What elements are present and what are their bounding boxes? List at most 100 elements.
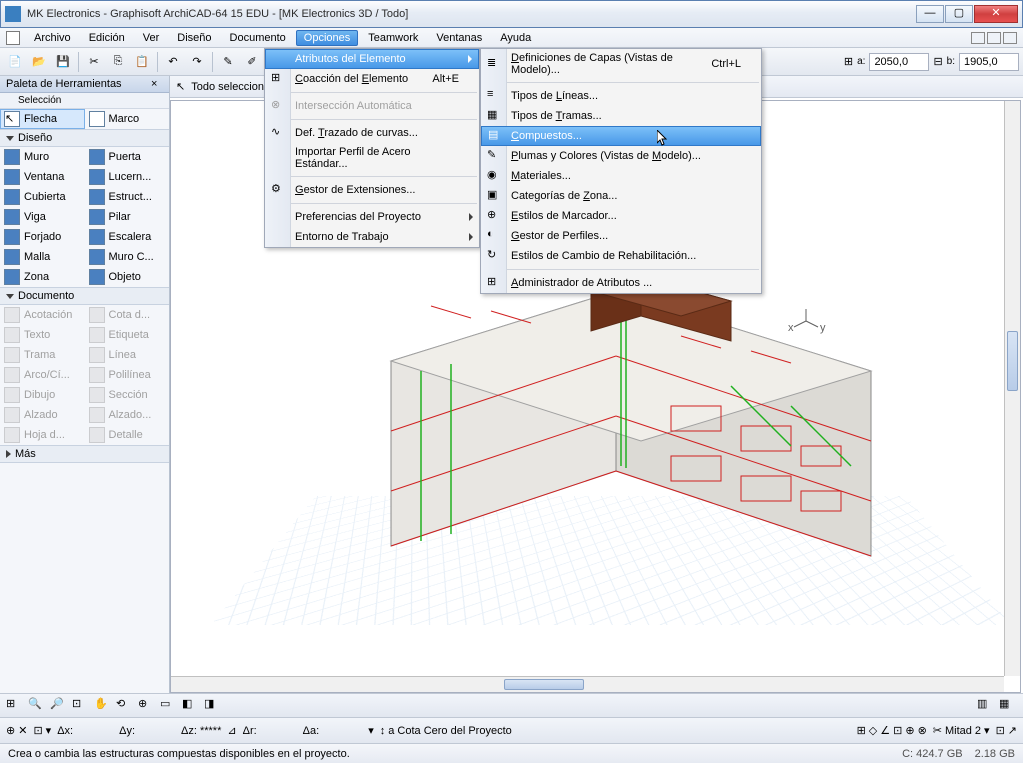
- mi-plumas-colores[interactable]: ✎Plumas y Colores (Vistas de Modelo)...: [481, 146, 761, 166]
- tool-arco[interactable]: Arco/Cí...: [0, 365, 85, 385]
- mi-compuestos[interactable]: ▤Compuestos...: [481, 126, 761, 146]
- menu-edicion[interactable]: Edición: [81, 30, 133, 46]
- mdi-minimize-button[interactable]: [971, 32, 985, 44]
- coord-a-input[interactable]: [869, 53, 929, 71]
- mi-atributos-elemento[interactable]: Atributos del Elemento: [265, 49, 479, 69]
- mi-gestor-perfiles[interactable]: ◐Gestor de Perfiles...: [481, 226, 761, 246]
- tool-muro[interactable]: Muro: [0, 147, 85, 167]
- cut-button[interactable]: ✂: [83, 51, 105, 73]
- vt-9[interactable]: ◧: [182, 697, 200, 715]
- scrollbar-horizontal[interactable]: [171, 676, 1004, 692]
- cr-ico3[interactable]: ⊡: [33, 724, 42, 737]
- snap-ico1[interactable]: ⊞: [857, 724, 866, 737]
- menu-teamwork[interactable]: Teamwork: [360, 30, 426, 46]
- vt-4[interactable]: ⊡: [72, 697, 90, 715]
- snap-ico6[interactable]: ⊗: [918, 724, 927, 737]
- vt-8[interactable]: ▭: [160, 697, 178, 715]
- new-doc-button[interactable]: 📄: [4, 51, 26, 73]
- mi-materiales[interactable]: ◉Materiales...: [481, 166, 761, 186]
- snap-ico2[interactable]: ◇: [869, 724, 877, 737]
- vt-5[interactable]: ✋: [94, 697, 112, 715]
- vt-6[interactable]: ⟲: [116, 697, 134, 715]
- split-ico[interactable]: ✂: [933, 724, 942, 737]
- tool-forjado[interactable]: Forjado: [0, 227, 85, 247]
- tool-acotacion[interactable]: Acotación: [0, 305, 85, 325]
- mi-tipos-tramas[interactable]: ▦Tipos de Tramas...: [481, 106, 761, 126]
- tool-flecha[interactable]: ↖Flecha: [0, 109, 85, 129]
- minimize-button[interactable]: —: [916, 5, 944, 23]
- tool-linea[interactable]: Línea: [85, 345, 170, 365]
- palette-close-icon[interactable]: ×: [151, 78, 163, 90]
- mi-coaccion[interactable]: ⊞Coacción del ElementoAlt+E: [265, 69, 479, 89]
- scrollbar-vertical[interactable]: [1004, 101, 1020, 676]
- maximize-button[interactable]: ▢: [945, 5, 973, 23]
- paste-button[interactable]: 📋: [131, 51, 153, 73]
- close-button[interactable]: ✕: [974, 5, 1018, 23]
- tool-zona[interactable]: Zona: [0, 267, 85, 287]
- vt-2[interactable]: 🔍: [28, 697, 46, 715]
- section-documento[interactable]: Documento: [0, 287, 169, 305]
- mdi-restore-button[interactable]: [987, 32, 1001, 44]
- mi-estilos-marcador[interactable]: ⊕Estilos de Marcador...: [481, 206, 761, 226]
- menu-ayuda[interactable]: Ayuda: [492, 30, 539, 46]
- menu-opciones[interactable]: Opciones: [296, 30, 358, 46]
- cr-ico2[interactable]: ✕: [18, 724, 27, 737]
- snap-ico4[interactable]: ⊡: [893, 724, 902, 737]
- tool-cotad[interactable]: Cota d...: [85, 305, 170, 325]
- open-button[interactable]: 📂: [28, 51, 50, 73]
- tool-alzado[interactable]: Alzado: [0, 405, 85, 425]
- mi-entorno-trabajo[interactable]: Entorno de Trabajo: [265, 227, 479, 247]
- tool-detalle[interactable]: Detalle: [85, 425, 170, 445]
- tool-lucern[interactable]: Lucern...: [85, 167, 170, 187]
- mi-tipos-lineas[interactable]: ≡Tipos de Líneas...: [481, 86, 761, 106]
- menu-ventanas[interactable]: Ventanas: [428, 30, 490, 46]
- tool-dibujo[interactable]: Dibujo: [0, 385, 85, 405]
- menu-ver[interactable]: Ver: [135, 30, 168, 46]
- menu-diseno[interactable]: Diseño: [169, 30, 219, 46]
- cr-end1[interactable]: ⊡: [996, 724, 1005, 737]
- tool-alzado2[interactable]: Alzado...: [85, 405, 170, 425]
- menu-documento[interactable]: Documento: [222, 30, 294, 46]
- mi-admin-atributos[interactable]: ⊞Administrador de Atributos ...: [481, 273, 761, 293]
- section-mas[interactable]: Más: [0, 445, 169, 463]
- section-diseno[interactable]: Diseño: [0, 129, 169, 147]
- snap-ico3[interactable]: ∠: [880, 724, 890, 737]
- save-button[interactable]: 💾: [52, 51, 74, 73]
- undo-button[interactable]: ↶: [162, 51, 184, 73]
- cr-end2[interactable]: ↗: [1008, 724, 1017, 737]
- snap-ico5[interactable]: ⊕: [905, 724, 914, 737]
- vt-right-1[interactable]: ▥: [977, 697, 995, 715]
- tool-malla[interactable]: Malla: [0, 247, 85, 267]
- copy-button[interactable]: ⎘: [107, 51, 129, 73]
- mi-gestor-extensiones[interactable]: ⚙Gestor de Extensiones...: [265, 180, 479, 200]
- tool-ventana[interactable]: Ventana: [0, 167, 85, 187]
- tool-puerta[interactable]: Puerta: [85, 147, 170, 167]
- cr-ico4[interactable]: ⊿: [227, 724, 236, 737]
- tool-viga[interactable]: Viga: [0, 207, 85, 227]
- redo-button[interactable]: ↷: [186, 51, 208, 73]
- tool-cubierta[interactable]: Cubierta: [0, 187, 85, 207]
- cr-ico1[interactable]: ⊕: [6, 724, 15, 737]
- mi-pref-proyecto[interactable]: Preferencias del Proyecto: [265, 207, 479, 227]
- tool-polilinea[interactable]: Polilínea: [85, 365, 170, 385]
- vt-1[interactable]: ⊞: [6, 697, 24, 715]
- tool-objeto[interactable]: Objeto: [85, 267, 170, 287]
- tool-pilar[interactable]: Pilar: [85, 207, 170, 227]
- mdi-close-button[interactable]: [1003, 32, 1017, 44]
- mi-estilos-rehab[interactable]: ↻Estilos de Cambio de Rehabilitación...: [481, 246, 761, 266]
- tool-muroc[interactable]: Muro C...: [85, 247, 170, 267]
- tool-etiqueta[interactable]: Etiqueta: [85, 325, 170, 345]
- tool-hoja[interactable]: Hoja d...: [0, 425, 85, 445]
- tool-picker-button[interactable]: ✎: [217, 51, 239, 73]
- mi-cat-zona[interactable]: ▣Categorías de Zona...: [481, 186, 761, 206]
- tool-texto[interactable]: Texto: [0, 325, 85, 345]
- vt-10[interactable]: ◨: [204, 697, 222, 715]
- vt-3[interactable]: 🔎: [50, 697, 68, 715]
- tool-eyedrop-button[interactable]: ✐: [241, 51, 263, 73]
- mi-def-capas[interactable]: ≣Definiciones de Capas (Vistas de Modelo…: [481, 49, 761, 79]
- menu-archivo[interactable]: Archivo: [26, 30, 79, 46]
- tool-trama[interactable]: Trama: [0, 345, 85, 365]
- tool-marco[interactable]: Marco: [85, 109, 170, 129]
- cr-ico5[interactable]: ▾: [368, 724, 374, 737]
- coord-b-input[interactable]: [959, 53, 1019, 71]
